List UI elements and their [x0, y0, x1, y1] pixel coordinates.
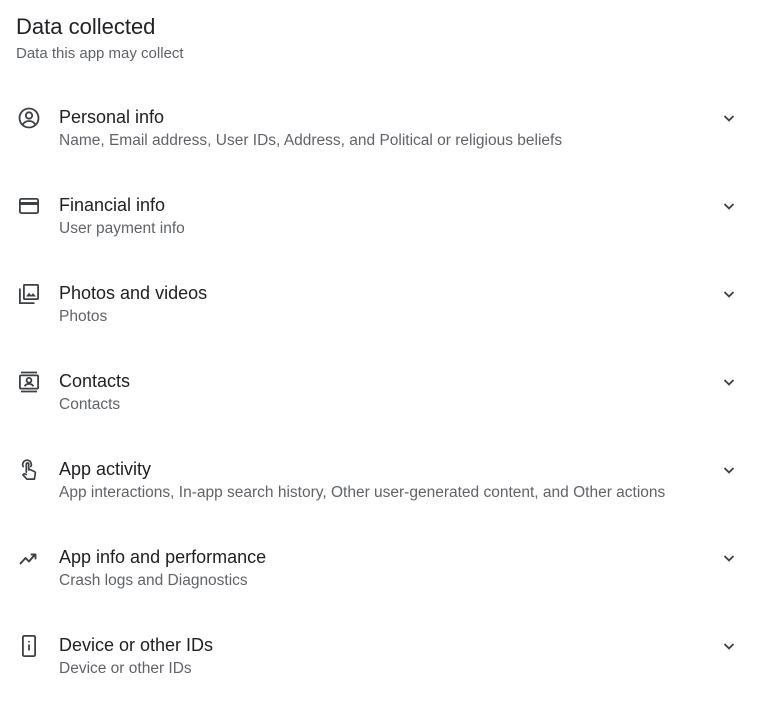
- row-description: Photos: [59, 308, 108, 325]
- row-personal-info[interactable]: Personal info Name, Email address, User …: [0, 100, 770, 188]
- chevron-down-icon[interactable]: [717, 458, 741, 482]
- touch-app-icon: [17, 458, 41, 482]
- contacts-icon: [17, 370, 41, 394]
- account-circle-icon: [17, 106, 41, 130]
- row-description: Crash logs and Diagnostics: [59, 572, 248, 589]
- row-title: App info and performance: [59, 547, 267, 567]
- row-title: App activity: [59, 459, 152, 479]
- row-title: Financial info: [59, 195, 166, 215]
- row-title: Personal info: [59, 107, 165, 127]
- chevron-down-icon[interactable]: [717, 282, 741, 306]
- section-header: Data collected Data this app may collect: [16, 12, 184, 65]
- section-title: Data collected: [16, 14, 156, 39]
- chevron-down-icon[interactable]: [717, 106, 741, 130]
- device-info-icon: [17, 634, 41, 658]
- row-title: Photos and videos: [59, 283, 208, 303]
- chevron-down-icon[interactable]: [717, 194, 741, 218]
- row-title: Contacts: [59, 371, 131, 391]
- row-description: Contacts: [59, 396, 121, 413]
- row-title: Device or other IDs: [59, 635, 214, 655]
- chevron-down-icon[interactable]: [717, 546, 741, 570]
- row-app-info-and-performance[interactable]: App info and performance Crash logs and …: [0, 540, 770, 628]
- row-description: Device or other IDs: [59, 660, 192, 677]
- row-photos-and-videos[interactable]: Photos and videos Photos: [0, 276, 770, 364]
- row-financial-info[interactable]: Financial info User payment info: [0, 188, 770, 276]
- row-app-activity[interactable]: App activity App interactions, In-app se…: [0, 452, 770, 540]
- photo-library-icon: [17, 282, 41, 306]
- row-description: Name, Email address, User IDs, Address, …: [59, 132, 563, 149]
- row-description: App interactions, In-app search history,…: [59, 484, 666, 501]
- data-collected-list: Personal info Name, Email address, User …: [0, 100, 770, 716]
- row-description: User payment info: [59, 220, 185, 237]
- chevron-down-icon[interactable]: [717, 634, 741, 658]
- row-device-or-other-ids[interactable]: Device or other IDs Device or other IDs: [0, 628, 770, 716]
- trending-icon: [17, 546, 41, 570]
- credit-card-icon: [17, 194, 41, 218]
- row-contacts[interactable]: Contacts Contacts: [0, 364, 770, 452]
- section-subtitle: Data this app may collect: [16, 45, 184, 62]
- chevron-down-icon[interactable]: [717, 370, 741, 394]
